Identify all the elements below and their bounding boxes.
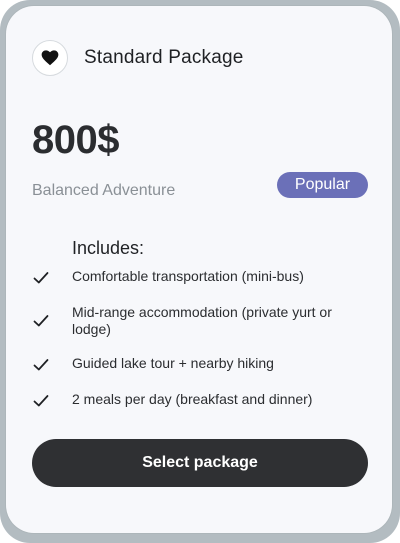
- card-header: Standard Package: [32, 40, 244, 76]
- heart-icon-circle: [32, 40, 68, 76]
- check-icon: [33, 272, 49, 284]
- feature-text: Comfortable transportation (mini-bus): [72, 268, 304, 284]
- feature-item: Guided lake tour + nearby hiking: [32, 355, 372, 374]
- package-subtitle: Balanced Adventure: [32, 182, 176, 199]
- feature-item: 2 meals per day (breakfast and dinner): [32, 391, 372, 410]
- check-icon: [33, 315, 49, 327]
- package-title: Standard Package: [84, 47, 244, 68]
- popular-badge: Popular: [277, 172, 368, 198]
- feature-text: Guided lake tour + nearby hiking: [72, 355, 274, 371]
- includes-heading: Includes:: [72, 238, 145, 258]
- feature-item: Comfortable transportation (mini-bus): [32, 268, 372, 287]
- heart-icon: [41, 50, 59, 66]
- feature-text: 2 meals per day (breakfast and dinner): [72, 391, 313, 407]
- feature-text: Mid-range accommodation (private yurt or…: [72, 304, 332, 337]
- price: 800$: [32, 118, 119, 162]
- check-icon: [33, 359, 49, 371]
- check-icon: [33, 395, 49, 407]
- select-package-button[interactable]: Select package: [32, 439, 368, 487]
- card-frame: Standard Package 800$ Balanced Adventure…: [0, 0, 400, 543]
- feature-item: Mid-range accommodation (private yurt or…: [32, 304, 372, 338]
- pricing-card: Standard Package 800$ Balanced Adventure…: [6, 6, 392, 533]
